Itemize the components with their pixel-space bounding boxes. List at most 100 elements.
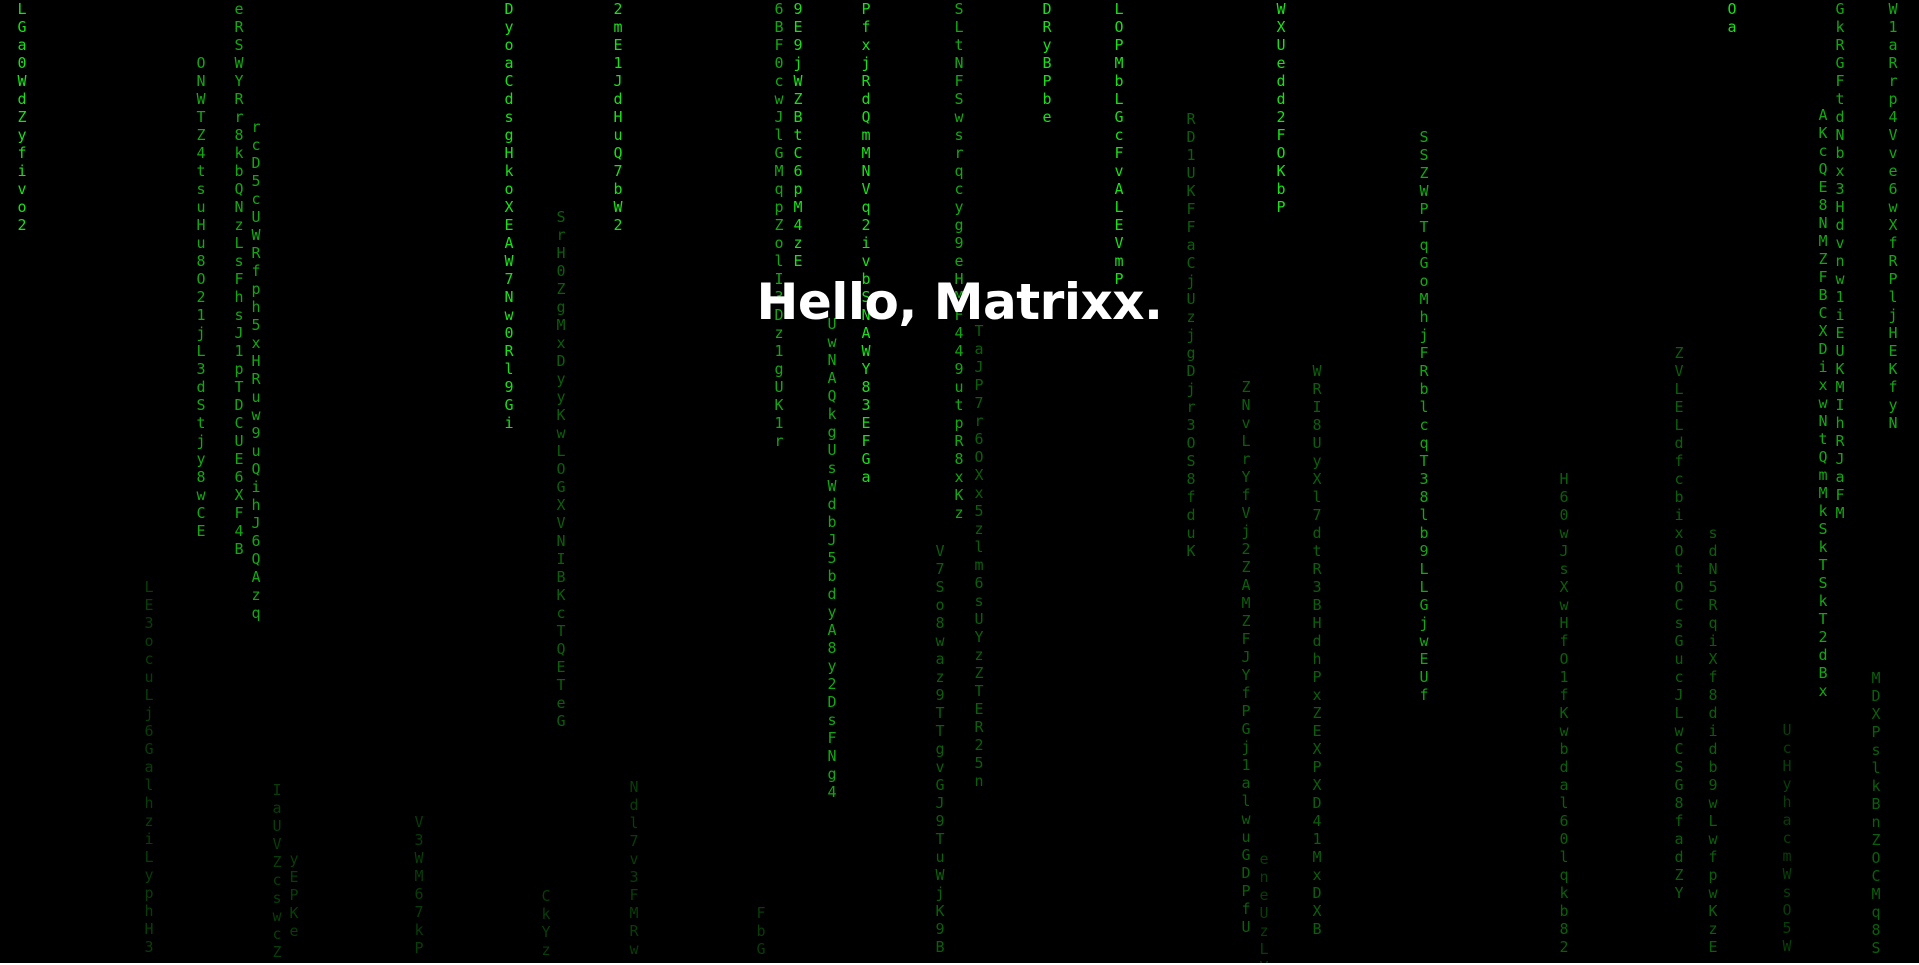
rain-glyph: m bbox=[974, 556, 984, 574]
rain-glyph: A bbox=[1114, 180, 1124, 198]
rain-glyph: T bbox=[935, 722, 945, 740]
rain-glyph: Y bbox=[1241, 468, 1251, 486]
rain-glyph: 3 bbox=[1835, 180, 1845, 198]
rain-glyph: r bbox=[1186, 398, 1196, 416]
rain-glyph: m bbox=[613, 18, 623, 36]
rain-glyph: J bbox=[974, 358, 984, 376]
rain-glyph: H bbox=[144, 920, 154, 938]
rain-glyph: M bbox=[1871, 885, 1881, 903]
rain-glyph: a bbox=[1782, 811, 1792, 829]
rain-glyph: y bbox=[504, 18, 514, 36]
rain-column: 2mE1JdHuQ7bW2 bbox=[609, 0, 627, 234]
rain-glyph: c bbox=[1114, 126, 1124, 144]
rain-glyph: V bbox=[861, 180, 871, 198]
rain-glyph: R bbox=[861, 72, 871, 90]
rain-glyph: A bbox=[251, 568, 261, 586]
rain-glyph: l bbox=[1419, 398, 1429, 416]
rain-glyph: G bbox=[861, 450, 871, 468]
rain-glyph: d bbox=[613, 90, 623, 108]
rain-glyph: z bbox=[541, 941, 551, 959]
rain-glyph: a bbox=[1888, 36, 1898, 54]
rain-glyph: w bbox=[774, 90, 784, 108]
rain-glyph: G bbox=[144, 740, 154, 758]
rain-column: V7So8waz9TTgvGJ9TuWjK9B bbox=[931, 542, 949, 956]
rain-glyph: 1 bbox=[1312, 830, 1322, 848]
rain-glyph: p bbox=[144, 884, 154, 902]
rain-column: GkRGFtdNbx3Hdvnw1iEUKMIhRJaFM bbox=[1831, 0, 1849, 522]
rain-glyph: 9 bbox=[793, 0, 803, 18]
rain-glyph: K bbox=[1708, 902, 1718, 920]
rain-glyph: g bbox=[1186, 344, 1196, 362]
rain-glyph: 9 bbox=[935, 686, 945, 704]
rain-column: eneUzLV bbox=[1255, 850, 1273, 963]
rain-glyph: N bbox=[827, 747, 837, 765]
rain-glyph: H bbox=[556, 244, 566, 262]
rain-glyph: S bbox=[1818, 520, 1828, 538]
rain-glyph: l bbox=[1559, 848, 1569, 866]
rain-glyph: d bbox=[1559, 758, 1569, 776]
rain-glyph: 6 bbox=[1888, 180, 1898, 198]
rain-glyph: Q bbox=[234, 180, 244, 198]
rain-glyph: a bbox=[504, 54, 514, 72]
rain-glyph: e bbox=[289, 922, 299, 940]
rain-glyph: H bbox=[613, 108, 623, 126]
rain-glyph: p bbox=[774, 198, 784, 216]
rain-glyph: E bbox=[1888, 342, 1898, 360]
rain-glyph: T bbox=[935, 830, 945, 848]
rain-glyph: 1 bbox=[774, 342, 784, 360]
rain-glyph: Z bbox=[1312, 704, 1322, 722]
rain-glyph: z bbox=[251, 586, 261, 604]
rain-glyph: 8 bbox=[196, 468, 206, 486]
rain-glyph: e bbox=[1042, 108, 1052, 126]
rain-glyph: M bbox=[414, 867, 424, 885]
rain-glyph: G bbox=[935, 776, 945, 794]
rain-glyph: x bbox=[954, 468, 964, 486]
rain-glyph: L bbox=[954, 18, 964, 36]
rain-glyph: Y bbox=[234, 72, 244, 90]
rain-glyph: O bbox=[1782, 901, 1792, 919]
rain-glyph: D bbox=[1186, 362, 1196, 380]
rain-column: sdN5RqiXf8didb9wLwfpwKzE bbox=[1704, 524, 1722, 956]
rain-glyph: 6 bbox=[144, 722, 154, 740]
rain-glyph: A bbox=[827, 621, 837, 639]
rain-glyph: u bbox=[613, 126, 623, 144]
rain-glyph: B bbox=[1818, 664, 1828, 682]
rain-glyph: z bbox=[974, 520, 984, 538]
rain-glyph: E bbox=[1419, 650, 1429, 668]
rain-glyph: L bbox=[1114, 90, 1124, 108]
rain-glyph: q bbox=[1419, 236, 1429, 254]
rain-glyph: 1 bbox=[613, 54, 623, 72]
rain-glyph: G bbox=[556, 478, 566, 496]
rain-glyph: l bbox=[144, 776, 154, 794]
rain-glyph: J bbox=[1559, 542, 1569, 560]
rain-glyph: l bbox=[504, 360, 514, 378]
rain-glyph: x bbox=[861, 36, 871, 54]
rain-glyph: b bbox=[1114, 72, 1124, 90]
rain-column: rcD5cUWRfph5xHRuw9uQihJ6QAzq bbox=[247, 118, 265, 622]
rain-glyph: A bbox=[1818, 106, 1828, 124]
rain-glyph: l bbox=[1419, 506, 1429, 524]
rain-column: LGa0WdZyfivo2 bbox=[13, 0, 31, 234]
rain-glyph: Z bbox=[793, 90, 803, 108]
rain-glyph: F bbox=[1835, 486, 1845, 504]
rain-glyph: B bbox=[234, 540, 244, 558]
rain-glyph: N bbox=[1818, 412, 1828, 430]
rain-glyph: O bbox=[1871, 849, 1881, 867]
rain-glyph: Y bbox=[1241, 666, 1251, 684]
rain-glyph: M bbox=[793, 198, 803, 216]
rain-glyph: 4 bbox=[196, 144, 206, 162]
rain-glyph: R bbox=[1312, 560, 1322, 578]
rain-glyph: 4 bbox=[793, 216, 803, 234]
rain-glyph: 1 bbox=[1186, 146, 1196, 164]
rain-glyph: d bbox=[1312, 632, 1322, 650]
rain-glyph: w bbox=[1674, 722, 1684, 740]
rain-glyph: g bbox=[827, 423, 837, 441]
rain-glyph: L bbox=[1674, 704, 1684, 722]
rain-glyph: P bbox=[414, 939, 424, 957]
rain-glyph: t bbox=[1312, 542, 1322, 560]
rain-glyph: V bbox=[1114, 234, 1124, 252]
rain-glyph: W bbox=[1276, 0, 1286, 18]
rain-glyph: B bbox=[793, 108, 803, 126]
rain-glyph: C bbox=[504, 72, 514, 90]
rain-glyph: X bbox=[1312, 902, 1322, 920]
